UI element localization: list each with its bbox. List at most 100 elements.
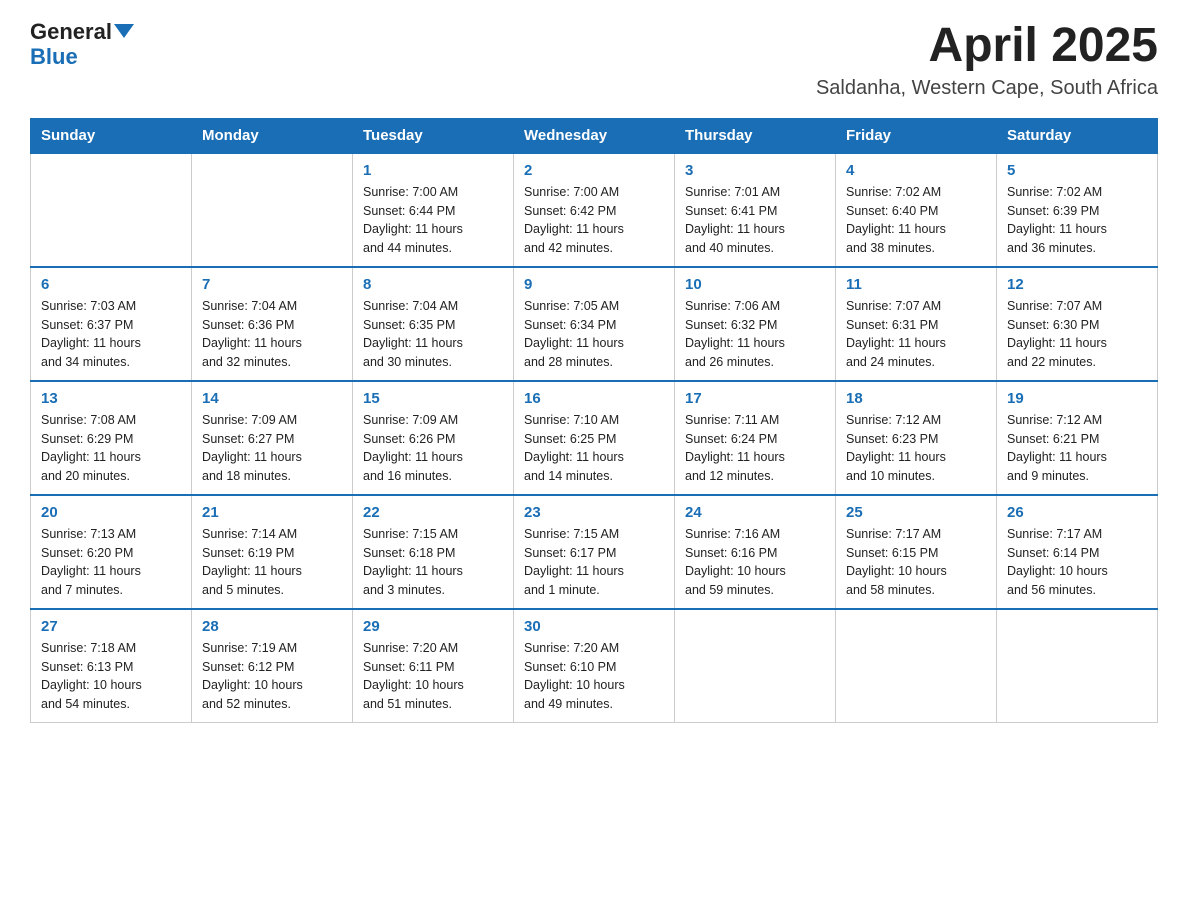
calendar-cell: 12Sunrise: 7:07 AMSunset: 6:30 PMDayligh… — [997, 267, 1158, 381]
calendar-cell: 16 Sunrise: 7:10 AMSunset: 6:25 PMDayligh… — [514, 381, 675, 495]
week-row-3: 13 Sunrise: 7:08 AMSunset: 6:29 PMDayligh… — [31, 381, 1158, 495]
calendar-cell: 24 Sunrise: 7:16 AMSunset: 6:16 PMDayligh… — [675, 495, 836, 609]
day-number: 8 — [363, 276, 503, 293]
day-number: 21 — [202, 504, 342, 521]
day-number: 1 — [363, 162, 503, 179]
day-info: Sunrise: 7:20 AMSunset: 6:10 PMDaylight:… — [524, 639, 664, 714]
calendar-cell: 5 Sunrise: 7:02 AMSunset: 6:39 PMDaylight… — [997, 153, 1158, 267]
calendar-cell: 8Sunrise: 7:04 AMSunset: 6:35 PMDaylight… — [353, 267, 514, 381]
week-row-2: 6Sunrise: 7:03 AMSunset: 6:37 PMDaylight… — [31, 267, 1158, 381]
calendar-cell: 27 Sunrise: 7:18 AMSunset: 6:13 PMDayligh… — [31, 609, 192, 723]
calendar-cell: 17Sunrise: 7:11 AMSunset: 6:24 PMDayligh… — [675, 381, 836, 495]
day-number: 15 — [363, 390, 503, 407]
day-info: Sunrise: 7:02 AMSunset: 6:39 PMDaylight:… — [1007, 183, 1147, 258]
day-info: Sunrise: 7:12 AMSunset: 6:21 PMDaylight:… — [1007, 411, 1147, 486]
weekday-header-monday: Monday — [192, 118, 353, 153]
day-info: Sunrise: 7:15 AMSunset: 6:17 PMDaylight:… — [524, 525, 664, 600]
logo-general: General — [30, 19, 112, 44]
day-number: 14 — [202, 390, 342, 407]
day-number: 20 — [41, 504, 181, 521]
day-info: Sunrise: 7:15 AMSunset: 6:18 PMDaylight:… — [363, 525, 503, 600]
day-info: Sunrise: 7:17 AMSunset: 6:14 PMDaylight:… — [1007, 525, 1147, 600]
day-number: 3 — [685, 162, 825, 179]
weekday-header-friday: Friday — [836, 118, 997, 153]
day-info: Sunrise: 7:18 AMSunset: 6:13 PMDaylight:… — [41, 639, 181, 714]
day-number: 10 — [685, 276, 825, 293]
day-info: Sunrise: 7:06 AMSunset: 6:32 PMDaylight:… — [685, 297, 825, 372]
day-number: 30 — [524, 618, 664, 635]
calendar-cell: 1Sunrise: 7:00 AMSunset: 6:44 PMDaylight… — [353, 153, 514, 267]
calendar-cell — [31, 153, 192, 267]
weekday-header-thursday: Thursday — [675, 118, 836, 153]
day-number: 4 — [846, 162, 986, 179]
day-info: Sunrise: 7:19 AMSunset: 6:12 PMDaylight:… — [202, 639, 342, 714]
day-info: Sunrise: 7:01 AMSunset: 6:41 PMDaylight:… — [685, 183, 825, 258]
day-info: Sunrise: 7:07 AMSunset: 6:31 PMDaylight:… — [846, 297, 986, 372]
calendar-cell: 4 Sunrise: 7:02 AMSunset: 6:40 PMDaylight… — [836, 153, 997, 267]
day-info: Sunrise: 7:08 AMSunset: 6:29 PMDaylight:… — [41, 411, 181, 486]
day-number: 18 — [846, 390, 986, 407]
calendar-cell: 30 Sunrise: 7:20 AMSunset: 6:10 PMDayligh… — [514, 609, 675, 723]
calendar-cell: 23 Sunrise: 7:15 AMSunset: 6:17 PMDayligh… — [514, 495, 675, 609]
day-number: 12 — [1007, 276, 1147, 293]
calendar-cell — [836, 609, 997, 723]
calendar-cell: 14 Sunrise: 7:09 AMSunset: 6:27 PMDayligh… — [192, 381, 353, 495]
day-number: 26 — [1007, 504, 1147, 521]
day-number: 5 — [1007, 162, 1147, 179]
location-subtitle: Saldanha, Western Cape, South Africa — [816, 77, 1158, 100]
day-info: Sunrise: 7:10 AMSunset: 6:25 PMDaylight:… — [524, 411, 664, 486]
calendar-cell: 22Sunrise: 7:15 AMSunset: 6:18 PMDayligh… — [353, 495, 514, 609]
calendar-cell — [192, 153, 353, 267]
day-number: 25 — [846, 504, 986, 521]
logo-arrow-icon — [114, 24, 134, 38]
week-row-1: 1Sunrise: 7:00 AMSunset: 6:44 PMDaylight… — [31, 153, 1158, 267]
title-section: April 2025 Saldanha, Western Cape, South… — [816, 20, 1158, 100]
calendar-cell — [675, 609, 836, 723]
calendar-cell: 9 Sunrise: 7:05 AMSunset: 6:34 PMDaylight… — [514, 267, 675, 381]
day-info: Sunrise: 7:03 AMSunset: 6:37 PMDaylight:… — [41, 297, 181, 372]
day-number: 23 — [524, 504, 664, 521]
day-info: Sunrise: 7:11 AMSunset: 6:24 PMDaylight:… — [685, 411, 825, 486]
day-number: 19 — [1007, 390, 1147, 407]
calendar-cell: 25 Sunrise: 7:17 AMSunset: 6:15 PMDayligh… — [836, 495, 997, 609]
logo-blue: Blue — [30, 44, 78, 70]
day-number: 29 — [363, 618, 503, 635]
day-info: Sunrise: 7:09 AMSunset: 6:27 PMDaylight:… — [202, 411, 342, 486]
day-number: 11 — [846, 276, 986, 293]
calendar-table: SundayMondayTuesdayWednesdayThursdayFrid… — [30, 118, 1158, 723]
day-number: 24 — [685, 504, 825, 521]
day-info: Sunrise: 7:13 AMSunset: 6:20 PMDaylight:… — [41, 525, 181, 600]
day-info: Sunrise: 7:00 AMSunset: 6:42 PMDaylight:… — [524, 183, 664, 258]
day-info: Sunrise: 7:02 AMSunset: 6:40 PMDaylight:… — [846, 183, 986, 258]
page-header: General Blue April 2025 Saldanha, Wester… — [30, 20, 1158, 100]
day-number: 13 — [41, 390, 181, 407]
day-number: 16 — [524, 390, 664, 407]
calendar-cell: 3 Sunrise: 7:01 AMSunset: 6:41 PMDaylight… — [675, 153, 836, 267]
calendar-cell: 18 Sunrise: 7:12 AMSunset: 6:23 PMDayligh… — [836, 381, 997, 495]
day-info: Sunrise: 7:14 AMSunset: 6:19 PMDaylight:… — [202, 525, 342, 600]
calendar-cell: 20 Sunrise: 7:13 AMSunset: 6:20 PMDayligh… — [31, 495, 192, 609]
calendar-cell: 7Sunrise: 7:04 AMSunset: 6:36 PMDaylight… — [192, 267, 353, 381]
calendar-cell — [997, 609, 1158, 723]
calendar-cell: 15Sunrise: 7:09 AMSunset: 6:26 PMDayligh… — [353, 381, 514, 495]
day-info: Sunrise: 7:12 AMSunset: 6:23 PMDaylight:… — [846, 411, 986, 486]
calendar-cell: 28Sunrise: 7:19 AMSunset: 6:12 PMDayligh… — [192, 609, 353, 723]
calendar-cell: 2 Sunrise: 7:00 AMSunset: 6:42 PMDaylight… — [514, 153, 675, 267]
weekday-header-wednesday: Wednesday — [514, 118, 675, 153]
day-number: 7 — [202, 276, 342, 293]
day-number: 2 — [524, 162, 664, 179]
day-info: Sunrise: 7:17 AMSunset: 6:15 PMDaylight:… — [846, 525, 986, 600]
weekday-header-tuesday: Tuesday — [353, 118, 514, 153]
calendar-cell: 21 Sunrise: 7:14 AMSunset: 6:19 PMDayligh… — [192, 495, 353, 609]
day-number: 9 — [524, 276, 664, 293]
calendar-cell: 19 Sunrise: 7:12 AMSunset: 6:21 PMDayligh… — [997, 381, 1158, 495]
day-info: Sunrise: 7:05 AMSunset: 6:34 PMDaylight:… — [524, 297, 664, 372]
month-title: April 2025 — [816, 20, 1158, 73]
weekday-header-sunday: Sunday — [31, 118, 192, 153]
calendar-cell: 11 Sunrise: 7:07 AMSunset: 6:31 PMDayligh… — [836, 267, 997, 381]
day-info: Sunrise: 7:16 AMSunset: 6:16 PMDaylight:… — [685, 525, 825, 600]
day-number: 27 — [41, 618, 181, 635]
calendar-cell: 6Sunrise: 7:03 AMSunset: 6:37 PMDaylight… — [31, 267, 192, 381]
calendar-cell: 26 Sunrise: 7:17 AMSunset: 6:14 PMDayligh… — [997, 495, 1158, 609]
weekday-header-row: SundayMondayTuesdayWednesdayThursdayFrid… — [31, 118, 1158, 153]
